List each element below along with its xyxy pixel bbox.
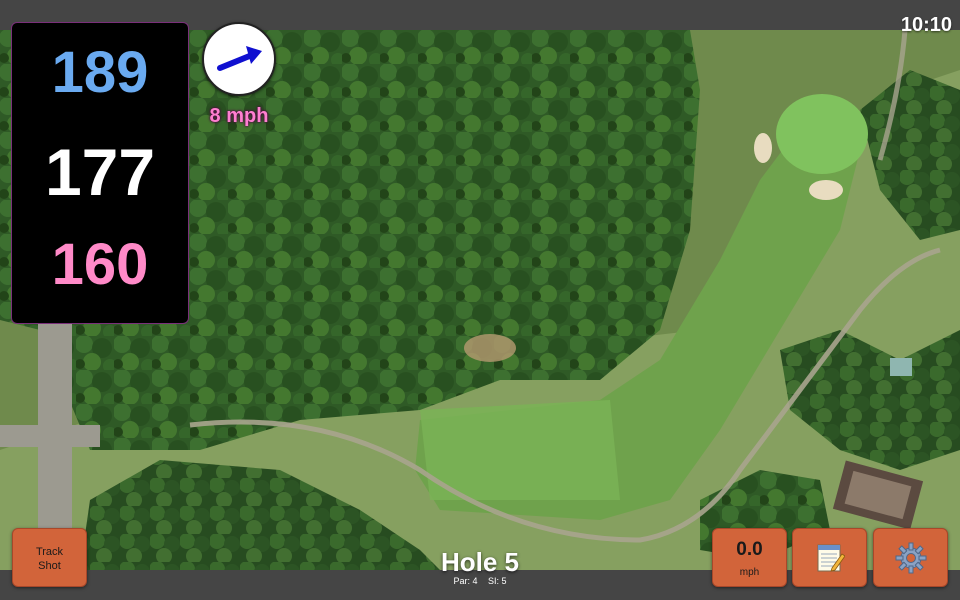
track-shot-label-line1: Track [35, 546, 64, 558]
yardage-center: 177 [44, 135, 156, 209]
hole-title: Hole 5 [440, 547, 520, 577]
wind-indicator [202, 22, 276, 96]
hole-stroke-index: SI: 5 [488, 576, 507, 586]
track-shot-button[interactable]: Track Shot [12, 528, 87, 587]
settings-button[interactable] [873, 528, 948, 587]
notepad-icon [817, 544, 845, 572]
track-shot-label-line2: Shot [38, 560, 61, 572]
hole-info: Hole 5 Par: 4 SI: 5 [380, 548, 580, 586]
gear-icon [895, 542, 926, 573]
hole-meta: Par: 4 SI: 5 [380, 576, 580, 586]
speed-button[interactable]: 0.0 mph [712, 528, 787, 587]
wind-speed-label: 8 mph [209, 105, 269, 127]
yardage-front: 160 [51, 232, 149, 297]
notes-button[interactable] [792, 528, 867, 587]
hole-par: Par: 4 [453, 576, 478, 586]
yardage-panel: 189 177 160 [11, 22, 189, 324]
wind-direction-arrow-icon [217, 46, 262, 71]
yardage-back: 189 [51, 40, 149, 105]
speed-unit: mph [739, 567, 760, 578]
speed-value: 0.0 [736, 539, 763, 560]
status-clock: 10:10 [900, 14, 952, 36]
